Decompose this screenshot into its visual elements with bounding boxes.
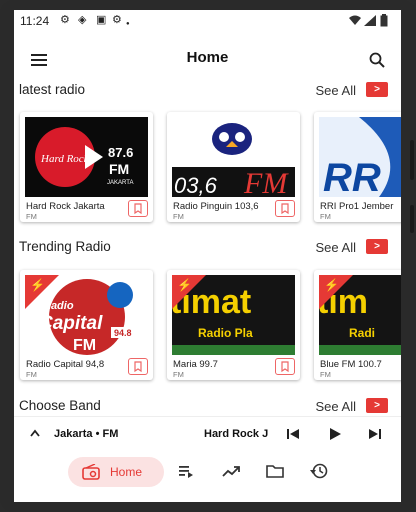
station-band: FM	[26, 370, 37, 379]
station-logo: tim Radi ⚡	[319, 275, 401, 355]
section-title-band: Choose Band	[19, 398, 101, 413]
svg-text:Hard Rock: Hard Rock	[40, 153, 90, 165]
volume-button	[410, 140, 414, 180]
mini-player[interactable]: Jakarta • FM Hard Rock J	[14, 416, 401, 451]
app-bar: Home	[14, 32, 401, 84]
svg-text:JAKARTA: JAKARTA	[107, 180, 133, 186]
section-title-trending: Trending Radio	[19, 239, 111, 254]
lightning-icon: ⚡	[177, 278, 192, 292]
rri-logo: RR	[323, 117, 401, 197]
wifi-icon	[349, 15, 361, 25]
folder-icon[interactable]	[266, 463, 284, 478]
station-name: Radio Capital 94,8	[26, 359, 105, 370]
dot-icon: ●	[126, 21, 130, 27]
station-name: Blue FM 100.7	[320, 359, 382, 370]
hard-rock-logo: Hard Rock 87.6 FM JAKARTA	[35, 127, 133, 187]
svg-text:03,6: 03,6	[174, 173, 218, 197]
device-frame: 11:24 ⚙ ◈ ▣ ⚙ ● Home latest radio See Al…	[0, 0, 416, 512]
section-title-latest: latest radio	[19, 82, 86, 97]
bookmark-icon[interactable]	[128, 358, 148, 375]
svg-text:FM: FM	[109, 161, 129, 177]
radio-card[interactable]: timat Radio Pla ⚡ Maria 99.7 FM	[167, 270, 300, 380]
sim-icon: ▣	[96, 14, 107, 26]
chevron-up-icon[interactable]	[30, 429, 40, 437]
svg-text:Radi: Radi	[349, 326, 375, 340]
station-logo: 03,6 FM	[172, 117, 295, 197]
page-title: Home	[186, 49, 229, 66]
battery-icon	[380, 14, 388, 27]
radio-icon	[82, 464, 100, 480]
station-logo: Hard Rock 87.6 FM JAKARTA	[25, 117, 148, 197]
see-all-latest-button[interactable]: >	[366, 82, 388, 97]
nav-home-label: Home	[110, 465, 143, 479]
now-playing-text: Jakarta • FM	[54, 428, 119, 440]
see-all-trending-button[interactable]: >	[366, 239, 388, 254]
svg-text:FM: FM	[73, 337, 96, 354]
app-screen: 11:24 ⚙ ◈ ▣ ⚙ ● Home latest radio See Al…	[14, 10, 401, 502]
see-all-trending-link[interactable]: See All	[316, 240, 356, 255]
svg-text:RR: RR	[323, 156, 381, 197]
skip-previous-icon[interactable]	[286, 428, 300, 440]
radio-card[interactable]: Radio Capital FM 94.8 ⚡ Radio Capital 94…	[20, 270, 153, 380]
see-all-band-link[interactable]: See All	[316, 399, 356, 414]
svg-text:87.6: 87.6	[108, 145, 133, 160]
station-band: FM	[26, 212, 37, 221]
lightning-icon: ⚡	[30, 278, 45, 292]
history-icon[interactable]	[310, 462, 328, 479]
station-name: Radio Pinguin 103,6	[173, 201, 259, 212]
station-logo: RR	[319, 117, 401, 197]
station-name: RRI Pro1 Jember	[320, 201, 394, 212]
play-icon[interactable]	[328, 427, 342, 441]
nav-home[interactable]: Home	[68, 457, 164, 487]
station-name: Maria 99.7	[173, 359, 218, 370]
skip-next-icon[interactable]	[368, 428, 382, 440]
station-logo: timat Radio Pla ⚡	[172, 275, 295, 355]
radio-card[interactable]: Hard Rock 87.6 FM JAKARTA Hard Rock Jaka…	[20, 112, 153, 222]
settings-icon: ⚙	[60, 14, 70, 26]
radio-card[interactable]: tim Radi ⚡ Blue FM 100.7 FM	[314, 270, 401, 380]
status-bar: 11:24 ⚙ ◈ ▣ ⚙ ●	[14, 10, 401, 32]
radio-card[interactable]: RR RRI Pro1 Jember FM	[314, 112, 401, 222]
bottom-navigation: Home	[14, 450, 401, 502]
see-all-band-button[interactable]: >	[366, 398, 388, 413]
station-band: FM	[320, 370, 331, 379]
station-band: FM	[173, 370, 184, 379]
gear-icon: ⚙	[112, 14, 122, 26]
bookmark-icon[interactable]	[128, 200, 148, 217]
pinguin-logo: 03,6 FM	[172, 123, 295, 197]
radio-card[interactable]: 03,6 FM Radio Pinguin 103,6 FM	[167, 112, 300, 222]
svg-text:Radio Pla: Radio Pla	[198, 326, 253, 340]
shield-icon: ◈	[78, 14, 87, 26]
bookmark-icon[interactable]	[275, 200, 295, 217]
station-band: FM	[320, 212, 331, 221]
svg-text:FM: FM	[243, 167, 289, 197]
station-name: Hard Rock Jakarta	[26, 201, 105, 212]
playlist-icon[interactable]	[178, 464, 194, 478]
power-button	[410, 205, 414, 233]
lightning-icon: ⚡	[324, 278, 339, 292]
station-band: FM	[173, 212, 184, 221]
search-icon[interactable]	[369, 52, 385, 68]
bookmark-icon[interactable]	[275, 358, 295, 375]
svg-text:Capital: Capital	[39, 313, 103, 334]
signal-icon	[364, 15, 376, 26]
station-logo: Radio Capital FM 94.8 ⚡	[25, 275, 148, 355]
svg-text:94.8: 94.8	[114, 328, 132, 338]
status-time: 11:24	[20, 14, 50, 28]
trending-icon[interactable]	[222, 464, 240, 478]
see-all-latest-link[interactable]: See All	[316, 83, 356, 98]
now-playing-station: Hard Rock J	[204, 428, 269, 440]
